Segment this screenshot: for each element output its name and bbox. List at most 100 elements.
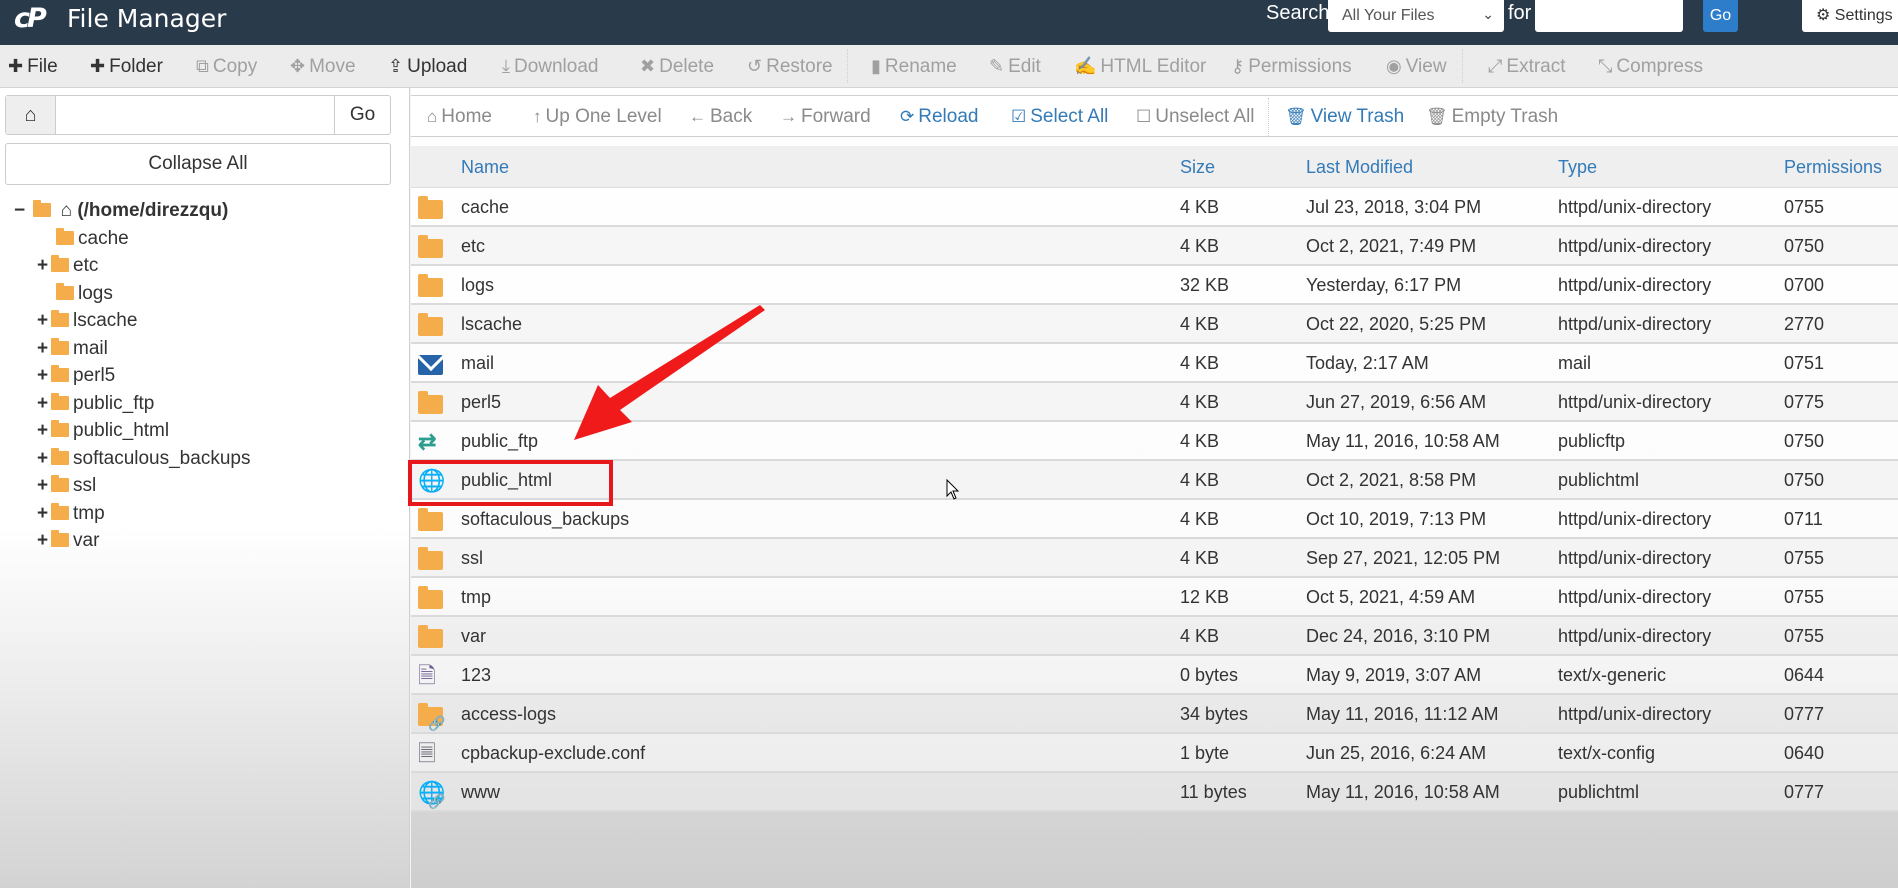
expand-toggle-icon[interactable]: +	[37, 253, 51, 279]
tree-item-etc[interactable]: + etc	[37, 253, 98, 279]
nav-forward-button[interactable]: → Forward	[780, 106, 871, 128]
tree-item-public_html[interactable]: + public_html	[37, 418, 169, 444]
column-header-name[interactable]: Name	[461, 157, 509, 178]
file-name[interactable]: 123	[461, 665, 491, 686]
file-name[interactable]: perl5	[461, 392, 501, 413]
toolbar-copy-button[interactable]: ⧉ Copy	[196, 55, 257, 78]
expand-toggle-icon[interactable]: +	[37, 473, 51, 499]
table-row[interactable]: ⇄ public_ftp 4 KB May 11, 2016, 10:58 AM pub…	[411, 422, 1898, 461]
nav-back-button[interactable]: ← Back	[689, 106, 752, 128]
tree-item-var[interactable]: + var	[37, 528, 99, 554]
tree-item-logs[interactable]: logs	[37, 281, 113, 307]
table-row[interactable]: mail 4 KB Today, 2:17 AM mail 0751	[411, 344, 1898, 383]
file-name[interactable]: ssl	[461, 548, 483, 569]
nav-home-button[interactable]: ⌂ Home	[427, 106, 492, 128]
toolbar-download-button[interactable]: ⤓ Download	[502, 55, 598, 78]
toolbar-extract-button[interactable]: ⤢ Extract	[1488, 55, 1566, 78]
tree-item-mail[interactable]: + mail	[37, 336, 108, 362]
toolbar-compress-button[interactable]: ⤡ Compress	[1598, 55, 1703, 78]
toolbar-folder-button[interactable]: ✚ Folder	[90, 55, 163, 78]
search-go-button[interactable]: Go	[1703, 0, 1738, 32]
tree-item-tmp[interactable]: + tmp	[37, 501, 105, 527]
file-name[interactable]: softaculous_backups	[461, 509, 629, 530]
search-input[interactable]	[1535, 0, 1683, 32]
file-permissions: 0777	[1784, 782, 1825, 802]
table-row[interactable]: softaculous_backups 4 KB Oct 10, 2019, 7:1…	[411, 500, 1898, 539]
file-type: httpd/unix-directory	[1558, 509, 1712, 529]
path-input[interactable]	[57, 96, 340, 134]
expand-toggle-icon[interactable]: +	[37, 446, 51, 472]
tree-item-ssl[interactable]: + ssl	[37, 473, 96, 499]
file-name[interactable]: lscache	[461, 314, 522, 335]
table-row[interactable]: logs 32 KB Yesterday, 6:17 PM httpd/unix-di…	[411, 266, 1898, 305]
collapse-toggle-icon[interactable]: −	[14, 198, 28, 224]
path-go-button[interactable]: Go	[334, 96, 390, 134]
tree-item-label: mail	[73, 337, 108, 359]
expand-toggle-icon[interactable]: +	[37, 336, 51, 362]
column-header-type[interactable]: Type	[1558, 157, 1597, 178]
table-row[interactable]: 🌐 🔗 www 11 bytes May 11, 2016, 10:58 AM publi…	[411, 773, 1898, 812]
tree-item-public_ftp[interactable]: + public_ftp	[37, 391, 154, 417]
table-row[interactable]: 🔗 access-logs 34 bytes May 11, 2016, 11:12 …	[411, 695, 1898, 734]
nav-label: View Trash	[1310, 106, 1405, 127]
toolbar-restore-button[interactable]: ↺ Restore	[747, 55, 833, 78]
nav-empty-trash-button[interactable]: 🗑 Empty Trash	[1426, 106, 1558, 128]
table-row[interactable]: perl5 4 KB Jun 27, 2019, 6:56 AM httpd/unix…	[411, 383, 1898, 422]
settings-button[interactable]: ⚙ Settings	[1802, 0, 1898, 32]
file-name[interactable]: mail	[461, 353, 494, 374]
toolbar-html-editor-button[interactable]: ✍ HTML Editor	[1074, 55, 1206, 78]
cpanel-logo[interactable]: cP	[14, 4, 56, 34]
tree-item-perl5[interactable]: + perl5	[37, 363, 115, 389]
file-permissions: 0755	[1784, 587, 1825, 607]
nav-up-one-level-button[interactable]: ↑ Up One Level	[533, 106, 662, 128]
move-icon: ✥	[290, 56, 306, 76]
tree-root[interactable]: − ⌂ (/home/direzzqu)	[14, 198, 228, 224]
toolbar-edit-button[interactable]: ✎ Edit	[989, 55, 1041, 78]
search-scope-select[interactable]: All Your Files ⌄	[1328, 0, 1504, 32]
nav-reload-button[interactable]: ⟳ Reload	[900, 106, 978, 128]
column-header-last-modified[interactable]: Last Modified	[1306, 157, 1413, 178]
toolbar-view-button[interactable]: ◉ View	[1386, 55, 1447, 78]
toolbar-rename-button[interactable]: ▮ Rename	[871, 55, 957, 78]
file-name[interactable]: tmp	[461, 587, 491, 608]
tree-item-softaculous_backups[interactable]: + softaculous_backups	[37, 446, 250, 472]
expand-toggle-icon[interactable]: +	[37, 391, 51, 417]
expand-toggle-icon[interactable]: +	[37, 308, 51, 334]
table-row[interactable]: 🗏 cpbackup-exclude.conf 1 byte Jun 25, 2016…	[411, 734, 1898, 773]
table-row[interactable]: 🗎 123 0 bytes May 9, 2019, 3:07 AM text/x-ge…	[411, 656, 1898, 695]
column-header-permissions[interactable]: Permissions	[1784, 157, 1882, 178]
toolbar-file-button[interactable]: ✚ File	[8, 55, 58, 78]
table-row[interactable]: cache 4 KB Jul 23, 2018, 3:04 PM httpd/unix…	[411, 188, 1898, 227]
expand-toggle-icon[interactable]: +	[37, 501, 51, 527]
toolbar-delete-button[interactable]: ✖ Delete	[640, 55, 714, 78]
table-row[interactable]: var 4 KB Dec 24, 2016, 3:10 PM httpd/unix-d…	[411, 617, 1898, 656]
file-name[interactable]: cpbackup-exclude.conf	[461, 743, 645, 764]
nav-view-trash-button[interactable]: 🗑 View Trash	[1285, 106, 1404, 128]
file-name[interactable]: logs	[461, 275, 494, 296]
expand-toggle-icon[interactable]: +	[37, 528, 51, 554]
file-name[interactable]: access-logs	[461, 704, 556, 725]
toolbar-permissions-button[interactable]: ⚷ Permissions	[1231, 55, 1352, 78]
table-row[interactable]: etc 4 KB Oct 2, 2021, 7:49 PM httpd/unix-di…	[411, 227, 1898, 266]
home-icon[interactable]: ⌂	[6, 96, 56, 134]
file-name[interactable]: cache	[461, 197, 509, 218]
table-row[interactable]: lscache 4 KB Oct 22, 2020, 5:25 PM httpd/un…	[411, 305, 1898, 344]
file-permissions: 0755	[1784, 548, 1825, 568]
tree-item-cache[interactable]: cache	[37, 226, 129, 252]
toolbar-upload-button[interactable]: ⇪ Upload	[388, 55, 467, 78]
table-row[interactable]: tmp 12 KB Oct 5, 2021, 4:59 AM httpd/unix-d…	[411, 578, 1898, 617]
nav-unselect-all-button[interactable]: ☐ Unselect All	[1136, 106, 1255, 128]
file-name[interactable]: var	[461, 626, 486, 647]
nav-select-all-button[interactable]: ☑ Select All	[1011, 106, 1108, 128]
table-row[interactable]: ssl 4 KB Sep 27, 2021, 12:05 PM httpd/unix-…	[411, 539, 1898, 578]
file-name[interactable]: etc	[461, 236, 485, 257]
file-name[interactable]: public_ftp	[461, 431, 538, 452]
table-row[interactable]: 🌐 public_html 4 KB Oct 2, 2021, 8:58 PM publ…	[411, 461, 1898, 500]
tree-item-lscache[interactable]: + lscache	[37, 308, 137, 334]
expand-toggle-icon[interactable]: +	[37, 363, 51, 389]
toolbar-move-button[interactable]: ✥ Move	[290, 55, 356, 78]
collapse-all-button[interactable]: Collapse All	[5, 143, 391, 185]
column-header-size[interactable]: Size	[1180, 157, 1215, 178]
file-name[interactable]: www	[461, 782, 500, 803]
expand-toggle-icon[interactable]: +	[37, 418, 51, 444]
